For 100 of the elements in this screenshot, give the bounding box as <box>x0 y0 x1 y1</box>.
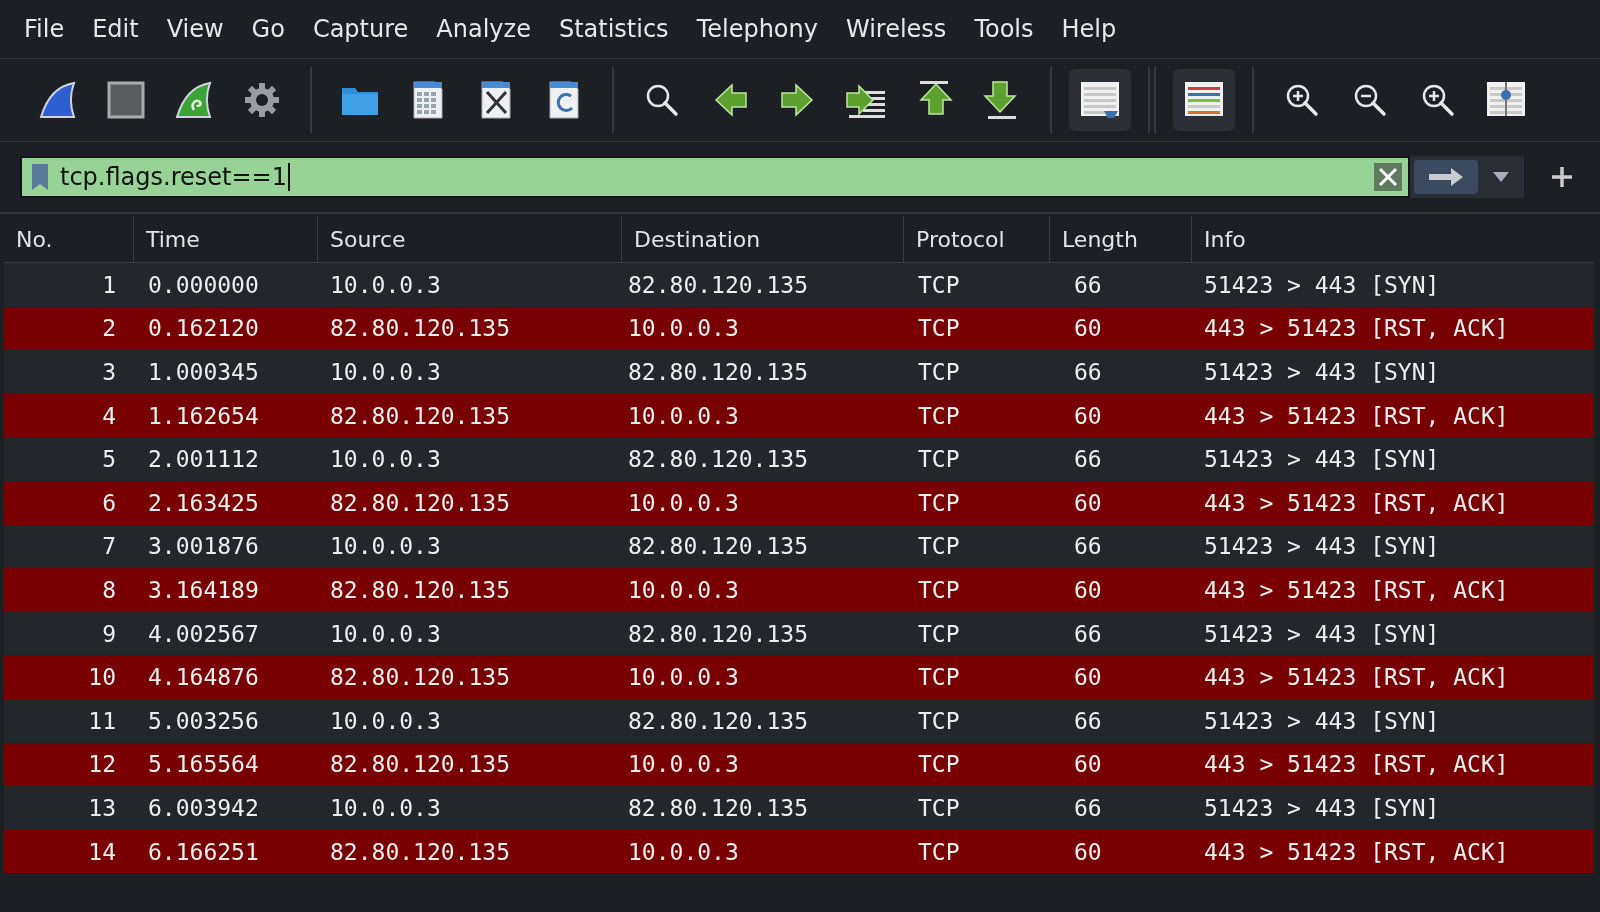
autoscroll-button[interactable] <box>1069 69 1131 131</box>
packet-row[interactable]: 12 5.165564 82.80.120.135 10.0.0.3 TCP 60 443 > 51423 [RST, ACK] <box>4 742 1594 787</box>
table-cell: 10.0.0.3 <box>628 751 739 778</box>
table-cell: TCP <box>918 707 960 734</box>
table-cell: 10.0.0.3 <box>628 315 739 342</box>
table-cell: TCP <box>918 489 960 516</box>
menu-item[interactable]: File <box>10 15 79 43</box>
packet-row[interactable]: 8 3.164189 82.80.120.135 10.0.0.3 TCP 60 443 > 51423 [RST, ACK] <box>4 568 1594 612</box>
table-cell: 82.80.120.135 <box>628 359 808 385</box>
table-cell: TCP <box>918 838 960 865</box>
table-cell: 5.165564 <box>148 751 259 778</box>
table-cell: TCP <box>918 664 960 691</box>
apply-button[interactable] <box>1414 160 1478 194</box>
packet-row[interactable]: 1 0.000000 10.0.0.3 82.80.120.135 TCP 66 51423 > 443 [SYN] <box>4 263 1594 307</box>
column-header[interactable]: Destination <box>622 216 904 262</box>
packet-row[interactable]: 2 0.162120 82.80.120.135 10.0.0.3 TCP 60 443 > 51423 [RST, ACK] <box>4 306 1594 351</box>
table-cell: 10.0.0.3 <box>628 664 739 691</box>
menu-item[interactable]: Capture <box>298 15 423 43</box>
table-cell: 60 <box>1074 664 1102 691</box>
table-cell: 60 <box>1074 576 1102 603</box>
close-icon <box>1378 167 1398 187</box>
stop-icon <box>107 81 145 119</box>
menu-item[interactable]: Tools <box>960 15 1048 43</box>
table-cell: 13 <box>88 794 116 821</box>
packet-row[interactable]: 7 3.001876 10.0.0.3 82.80.120.135 TCP 66 51423 > 443 [SYN] <box>4 524 1594 569</box>
table-cell: 443 > 51423 [RST, ACK] <box>1204 664 1509 691</box>
table-cell: 14 <box>88 838 116 865</box>
menu-item[interactable]: Wireless <box>831 15 961 43</box>
table-cell: TCP <box>918 751 960 778</box>
zoom-out-icon <box>1352 82 1388 118</box>
table-cell: 66 <box>1074 271 1102 298</box>
resize-columns-icon <box>1486 81 1526 119</box>
table-cell: 5 <box>102 446 116 473</box>
table-cell: 8 <box>102 576 116 603</box>
table-cell: 0.000000 <box>148 271 259 298</box>
table-cell: 10.0.0.3 <box>330 359 441 385</box>
column-header[interactable]: Info <box>1192 216 1594 262</box>
table-cell: 10.0.0.3 <box>628 576 739 603</box>
menu-item[interactable]: Go <box>237 15 299 43</box>
packet-row[interactable]: 11 5.003256 10.0.0.3 82.80.120.135 TCP 66 51423 > 443 [SYN] <box>4 698 1594 743</box>
table-cell: 51423 > 443 [SYN] <box>1204 446 1440 473</box>
column-header[interactable]: Source <box>318 216 622 262</box>
zoom-in-icon <box>1284 82 1320 118</box>
table-cell: 9 <box>102 620 116 647</box>
menu-item[interactable]: Statistics <box>544 15 683 43</box>
table-cell: 443 > 51423 [RST, ACK] <box>1204 751 1509 778</box>
table-cell: TCP <box>918 271 960 298</box>
table-cell: 443 > 51423 [RST, ACK] <box>1204 576 1509 603</box>
table-cell: TCP <box>918 576 960 603</box>
packet-row[interactable]: 3 1.000345 10.0.0.3 82.80.120.135 TCP 66 51423 > 443 [SYN] <box>4 350 1594 394</box>
table-cell: 60 <box>1074 489 1102 516</box>
packet-row[interactable]: 9 4.002567 10.0.0.3 82.80.120.135 TCP 66 51423 > 443 [SYN] <box>4 611 1594 656</box>
table-cell: TCP <box>918 446 960 473</box>
close-file-icon <box>479 80 513 120</box>
table-cell: 51423 > 443 [SYN] <box>1204 620 1440 647</box>
table-cell: 51423 > 443 [SYN] <box>1204 794 1440 821</box>
table-cell: 10.0.0.3 <box>628 402 739 429</box>
settings-icon <box>243 81 281 119</box>
menu-item[interactable]: Telephony <box>682 15 832 43</box>
menu-item[interactable]: Analyze <box>422 15 545 43</box>
column-header[interactable]: No. <box>4 216 134 262</box>
table-cell: 3.001876 <box>148 533 259 560</box>
table-cell: 82.80.120.135 <box>628 794 808 821</box>
packet-row[interactable]: 14 6.166251 82.80.120.135 10.0.0.3 TCP 60 443 > 51423 [RST, ACK] <box>4 829 1594 874</box>
table-cell: 6.003942 <box>148 794 259 821</box>
table-cell: 82.80.120.135 <box>330 751 510 778</box>
menu-item[interactable]: View <box>152 15 238 43</box>
table-cell: TCP <box>918 620 960 647</box>
shark-fin-icon <box>174 80 214 120</box>
colored-lines-icon <box>1184 81 1224 119</box>
table-cell: 60 <box>1074 751 1102 778</box>
table-cell: 10 <box>88 664 116 691</box>
menu-item[interactable]: Edit <box>78 15 153 43</box>
table-cell: 1.000345 <box>148 359 259 385</box>
table-cell: 10.0.0.3 <box>330 271 441 298</box>
table-cell: 60 <box>1074 838 1102 865</box>
packet-row[interactable]: 5 2.001112 10.0.0.3 82.80.120.135 TCP 66 51423 > 443 [SYN] <box>4 437 1594 481</box>
column-header[interactable]: Time <box>134 216 318 262</box>
table-cell: 443 > 51423 [RST, ACK] <box>1204 838 1509 865</box>
column-header[interactable]: Length <box>1050 216 1192 262</box>
table-cell: 66 <box>1074 446 1102 473</box>
packet-row[interactable]: 13 6.003942 10.0.0.3 82.80.120.135 TCP 66 51423 > 443 [SYN] <box>4 786 1594 830</box>
table-cell: 82.80.120.135 <box>330 664 510 691</box>
table-cell: 5.003256 <box>148 707 259 734</box>
table-cell: 4.164876 <box>148 664 259 691</box>
column-header[interactable]: Protocol <box>904 216 1050 262</box>
clear-button[interactable] <box>1374 163 1402 191</box>
table-cell: 10.0.0.3 <box>330 446 441 473</box>
packet-row[interactable]: 10 4.164876 82.80.120.135 10.0.0.3 TCP 60 443 > 51423 [RST, ACK] <box>4 655 1594 699</box>
table-cell: 10.0.0.3 <box>628 838 739 865</box>
table-cell: 82.80.120.135 <box>628 271 808 298</box>
colorize-button[interactable] <box>1173 69 1235 131</box>
packet-row[interactable]: 6 2.163425 82.80.120.135 10.0.0.3 TCP 60 443 > 51423 [RST, ACK] <box>4 480 1594 525</box>
display-filter-field[interactable]: tcp.flags.reset==1 <box>20 156 1410 198</box>
table-cell: 4.002567 <box>148 620 259 647</box>
table-cell: 51423 > 443 [SYN] <box>1204 533 1440 560</box>
menu-item[interactable]: Help <box>1047 15 1131 43</box>
packet-row[interactable]: 4 1.162654 82.80.120.135 10.0.0.3 TCP 60 443 > 51423 [RST, ACK] <box>4 393 1594 438</box>
table-cell: 66 <box>1074 707 1102 734</box>
table-cell: 82.80.120.135 <box>330 315 510 342</box>
